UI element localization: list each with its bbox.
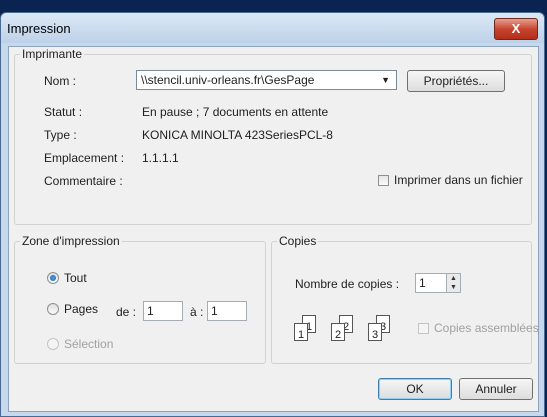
page-front-3: 3 xyxy=(368,323,382,341)
print-to-file-checkbox[interactable] xyxy=(378,175,389,186)
window-title: Impression xyxy=(7,21,71,36)
status-value: En pause ; 7 documents en attente xyxy=(142,105,329,119)
type-value: KONICA MINOLTA 423SeriesPCL-8 xyxy=(142,128,333,142)
collated-pages-icon: 2 2 xyxy=(327,313,365,347)
print-dialog: Impression X Imprimante Nom : \\stencil.… xyxy=(0,12,545,417)
all-pages-label: Tout xyxy=(64,271,87,285)
copies-group-label: Copies xyxy=(279,234,317,248)
spin-up-icon[interactable]: ▲ xyxy=(447,274,460,283)
from-page-value: 1 xyxy=(147,304,154,318)
comment-label: Commentaire : xyxy=(44,174,123,188)
to-page-value: 1 xyxy=(211,304,218,318)
ok-button[interactable]: OK xyxy=(378,378,452,400)
printer-name-select[interactable]: \\stencil.univ-orleans.fr\GesPage ▼ xyxy=(136,70,397,90)
printer-name-value: \\stencil.univ-orleans.fr\GesPage xyxy=(141,73,315,87)
printer-name-label: Nom : xyxy=(44,74,77,88)
copies-spinner[interactable]: ▲ ▼ xyxy=(446,273,461,293)
page-front-1: 1 xyxy=(294,323,308,341)
to-page-input[interactable]: 1 xyxy=(207,301,247,321)
location-label: Emplacement : xyxy=(44,151,125,165)
from-page-label: de : xyxy=(116,305,137,319)
from-page-input[interactable]: 1 xyxy=(143,301,183,321)
chevron-down-icon: ▼ xyxy=(381,75,390,85)
copies-count-value: 1 xyxy=(419,276,426,290)
cancel-button[interactable]: Annuler xyxy=(459,378,533,400)
collate-checkbox[interactable] xyxy=(418,323,429,334)
selection-radio[interactable] xyxy=(47,338,59,350)
pages-label: Pages xyxy=(64,302,99,316)
dialog-body: Imprimante Nom : \\stencil.univ-orleans.… xyxy=(8,46,539,412)
print-range-group-label: Zone d'impression xyxy=(22,234,120,248)
all-pages-radio[interactable] xyxy=(47,272,59,284)
to-page-label: à : xyxy=(190,305,204,319)
status-label: Statut : xyxy=(44,105,83,119)
print-to-file-label: Imprimer dans un fichier xyxy=(394,173,523,187)
collated-pages-icon: 1 1 xyxy=(290,313,328,347)
copies-count-input[interactable]: 1 xyxy=(415,273,447,293)
selection-label: Sélection xyxy=(64,337,114,351)
printer-group-label: Imprimante xyxy=(22,47,83,61)
collate-label: Copies assemblées xyxy=(434,321,539,335)
page-front-2: 2 xyxy=(331,323,345,341)
close-button[interactable]: X xyxy=(494,18,538,40)
spin-down-icon[interactable]: ▼ xyxy=(447,283,460,292)
pages-radio[interactable] xyxy=(47,303,59,315)
location-value: 1.1.1.1 xyxy=(142,151,179,165)
properties-button[interactable]: Propriétés... xyxy=(407,70,505,92)
collated-pages-icon: 3 3 xyxy=(364,313,402,347)
type-label: Type : xyxy=(44,128,77,142)
copies-count-label: Nombre de copies : xyxy=(295,277,400,291)
title-bar[interactable]: Impression X xyxy=(1,13,544,43)
